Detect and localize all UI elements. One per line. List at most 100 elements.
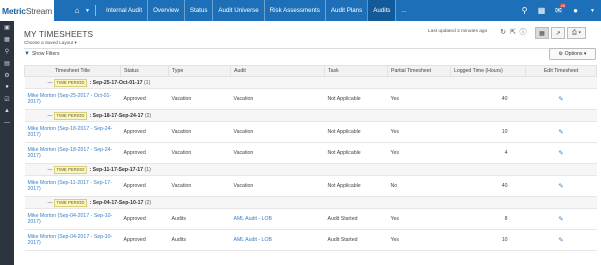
column-header[interactable]: Timesheet Title — [24, 65, 121, 77]
column-header[interactable]: Status — [120, 65, 169, 77]
group-count: (1) — [144, 166, 151, 173]
logged-time-cell: 8 — [504, 216, 508, 222]
audit-link[interactable]: AML Audit - LOB — [234, 216, 272, 222]
metricstream-logo[interactable]: Metric Stream — [0, 0, 54, 21]
task-cell: Audit Started — [327, 216, 358, 222]
audit-cell: Vacation — [233, 150, 254, 156]
timesheet-title-link[interactable]: Mike Morton (Sep-04-2017 - Sep-10-2017) — [28, 234, 113, 246]
menu-chevron-icon[interactable]: ▼ — [584, 0, 601, 21]
status-cell: Approved — [123, 237, 146, 243]
time-period-tag: TIME PERIOD — [53, 198, 88, 207]
print-button[interactable]: ⎙ ▾ — [567, 27, 586, 39]
timesheet-title-link[interactable]: Mike Morton (Sep-18-2017 - Sep-24-2017) — [28, 147, 113, 159]
saved-layout-dropdown[interactable]: Choose a Saved Layout ▾ — [24, 40, 77, 46]
table-header: Timesheet Title Status Type Audit Task Partia… — [24, 65, 597, 77]
table-row: Mike Morton (Sep-18-2017 - Sep-24-2017) A… — [24, 142, 597, 164]
timesheet-title-link[interactable]: Mike Morton (Sep-18-2017 - Sep-24-2017) — [28, 126, 113, 138]
search-icon[interactable]: ⚲ — [0, 45, 14, 57]
documents-icon[interactable]: ▣ — [0, 21, 14, 33]
group-count: (1) — [143, 79, 151, 86]
audit-cell: Vacation — [233, 129, 254, 135]
refresh-icon[interactable]: ↻ — [498, 27, 508, 37]
partial-timesheet-cell: Yes — [390, 150, 399, 156]
chevron-down-icon: ▼ — [85, 7, 90, 14]
main-content: MY TIMESHEETS Choose a Saved Layout ▾ La… — [14, 21, 601, 265]
status-cell: Approved — [123, 150, 146, 156]
chevron-down-icon: ▾ — [583, 51, 587, 57]
reports-icon[interactable]: ▤ — [0, 57, 14, 69]
timesheet-title-link[interactable]: Mike Morton (Sep-04-2017 - Sep-10-2017) — [28, 213, 113, 225]
info-icon[interactable]: ⓘ — [518, 27, 528, 37]
logged-time-cell: 40 — [501, 96, 508, 102]
audit-cell: Vacation — [233, 183, 254, 189]
edit-timesheet-icon[interactable]: ✎ — [558, 216, 563, 223]
partial-timesheet-cell: Yes — [390, 216, 399, 222]
top-icons: ⚲ ▦ ✉ 45 ● ▼ — [516, 0, 601, 21]
column-header[interactable]: Type — [168, 65, 231, 77]
show-filters-button[interactable]: ▼ Show Filters — [24, 51, 59, 57]
group-count: (2) — [144, 112, 152, 119]
group-row: — TIME PERIOD: Sep-04-17-Sep-10-17 (2) — [24, 196, 597, 209]
logged-time-cell: 10 — [501, 129, 508, 135]
edit-timesheet-icon[interactable]: ✎ — [558, 129, 563, 136]
table-row: Mike Morton (Sep-04-2017 - Sep-10-2017) A… — [24, 229, 597, 251]
edit-timesheet-icon[interactable]: ✎ — [558, 150, 563, 157]
timesheet-title-link[interactable]: Mike Morton (Sep-25-2017 - Oct-01-2017) — [28, 93, 112, 105]
type-cell: Vacation — [171, 96, 192, 102]
tasks-icon[interactable]: ☑ — [0, 93, 14, 105]
home-menu[interactable]: ⌂ ▼ — [70, 0, 101, 21]
notifications-icon[interactable]: ✉ 45 — [550, 0, 567, 21]
timesheet-title-link[interactable]: Mike Morton (Sep-11-2017 - Sep-17-2017) — [28, 180, 112, 192]
group-count: (2) — [144, 199, 152, 206]
collapse-icon[interactable]: — — [0, 117, 14, 129]
edit-timesheet-icon[interactable]: ✎ — [558, 183, 563, 190]
time-period-value: : Sep-25-17-Oct-01-17 — [89, 79, 143, 86]
expand-icon[interactable]: ⇱ — [508, 27, 518, 37]
task-cell: Not Applicable — [327, 129, 361, 135]
nav-item[interactable]: Overview — [147, 0, 184, 21]
logged-time-cell: 40 — [501, 183, 508, 189]
status-cell: Approved — [123, 216, 146, 222]
filter-icon: ▼ — [24, 51, 30, 57]
options-button[interactable]: ⚙ Options ▾ — [549, 48, 596, 60]
nav-item[interactable]: ... — [395, 0, 411, 21]
search-icon[interactable]: ⚲ — [516, 0, 533, 21]
status-cell: Approved — [123, 183, 146, 189]
time-period-tag: TIME PERIOD — [53, 111, 88, 120]
nav-item[interactable]: Audits — [367, 0, 396, 21]
settings-icon[interactable]: ⚙ — [0, 69, 14, 81]
logged-time-cell: 4 — [504, 150, 508, 156]
status-cell: Approved — [123, 96, 146, 102]
audit-link[interactable]: AML Audit - LOB — [234, 237, 272, 243]
type-cell: Vacation — [171, 183, 192, 189]
nav-item[interactable]: Audit Universe — [212, 0, 263, 21]
nav-item[interactable]: Status — [183, 0, 213, 21]
task-cell: Not Applicable — [327, 183, 361, 189]
table-row: Mike Morton (Sep-11-2017 - Sep-17-2017) A… — [24, 175, 597, 197]
timesheets-table: Timesheet Title Status Type Audit Task Partia… — [24, 65, 597, 251]
edit-timesheet-icon[interactable]: ✎ — [558, 237, 563, 244]
people-icon[interactable]: ● — [0, 81, 14, 93]
calendar-icon[interactable]: ▦ — [533, 0, 550, 21]
group-row: — TIME PERIOD: Sep-25-17-Oct-01-17 (1) — [24, 76, 597, 89]
export-button[interactable]: ↗ — [551, 27, 565, 39]
nav-item[interactable]: Internal Audit — [101, 0, 147, 21]
column-header[interactable]: Logged Time (Hours) — [450, 65, 526, 77]
alerts-icon[interactable]: ▲ — [0, 105, 14, 117]
page-title: MY TIMESHEETS — [24, 30, 94, 39]
user-icon[interactable]: ● — [567, 0, 584, 21]
task-cell: Audit Started — [327, 237, 358, 243]
column-header[interactable]: Partial Timesheet — [387, 65, 451, 77]
dashboard-icon[interactable]: ▦ — [0, 33, 14, 45]
home-icon: ⌂ — [74, 6, 80, 15]
column-header[interactable]: Edit Timesheet — [525, 65, 597, 77]
partial-timesheet-cell: Yes — [390, 237, 399, 243]
column-header[interactable]: Task — [324, 65, 388, 77]
time-period-value: : Sep-11-17-Sep-17-17 — [89, 166, 144, 173]
nav-item[interactable]: Risk Assessments — [263, 0, 325, 21]
nav-item[interactable]: Audit Plans — [324, 0, 367, 21]
grid-view-button[interactable]: ▦ — [535, 27, 549, 39]
edit-timesheet-icon[interactable]: ✎ — [558, 96, 563, 103]
top-navigation-bar: Metric Stream ⌂ ▼ Internal Audit Overview S… — [0, 0, 601, 21]
column-header[interactable]: Audit — [230, 65, 325, 77]
